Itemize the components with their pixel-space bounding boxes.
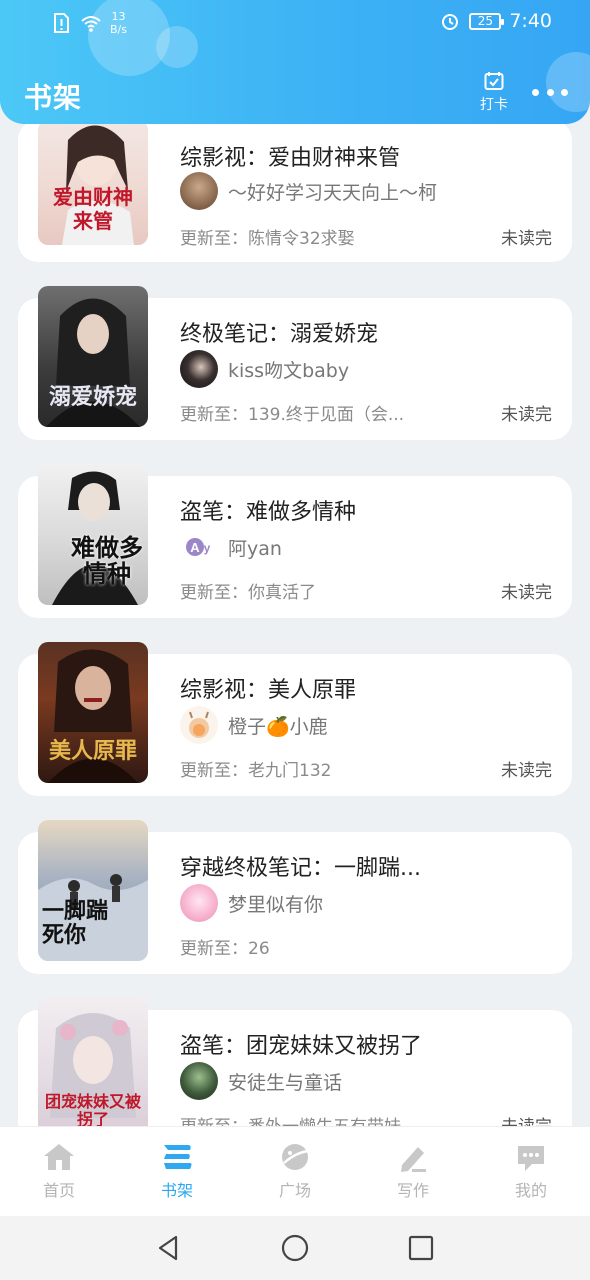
author-row: A y 阿yan: [180, 528, 282, 566]
alarm-icon: [442, 14, 459, 30]
book-card[interactable]: 美人原罪 综影视：美人原罪 橙子🍊小鹿 更新至：老九门132 未读完: [18, 642, 572, 796]
tab-label: 首页: [42, 1181, 75, 1200]
update-text: 更新至：番外一懒牛五有带妹: [180, 1112, 401, 1126]
wifi-icon: [81, 16, 101, 32]
read-status: 未读完: [501, 405, 552, 425]
book-title: 盗笔：团宠妹妹又被拐了: [180, 1034, 423, 1059]
author-name: 橙子🍊小鹿: [228, 715, 328, 738]
dot-icon: [561, 88, 568, 96]
author-name: 安徒生与童话: [228, 1071, 343, 1094]
bookshelf-icon: [164, 1145, 192, 1169]
update-text: 更新至：139.终于见面（会...: [180, 405, 405, 425]
svg-text:y: y: [204, 541, 211, 555]
author-row: kiss吻文baby: [180, 350, 349, 388]
bottom-tab-bar: 首页 书架 广场 写作 我的: [0, 1126, 590, 1216]
tab-square[interactable]: 广场: [236, 1127, 354, 1216]
app-header: 13 B/s 25 7:40 书架 打卡: [0, 0, 590, 124]
author-name: ～好好学习天天向上～柯: [228, 181, 438, 204]
author-avatar: [180, 172, 218, 210]
tab-label: 广场: [278, 1181, 311, 1200]
cover-title: 难做多情种: [71, 533, 143, 588]
book-title: 终极笔记：溺爱娇宠: [180, 322, 379, 347]
pen-icon: [401, 1147, 426, 1172]
planet-icon: [282, 1144, 309, 1170]
book-title: 穿越终极笔记：一脚踹...: [180, 856, 421, 881]
tab-label: 写作: [396, 1181, 429, 1200]
status-bar: 13 B/s 25 7:40: [0, 0, 590, 46]
author-row: ～好好学习天天向上～柯: [180, 172, 437, 210]
book-card[interactable]: 爱由财神来管 综影视：爱由财神来管 ～好好学习天天向上～柯 更新至：陈情令32求…: [18, 120, 572, 262]
cover-title: 溺爱娇宠: [48, 384, 137, 410]
author-row: 橙子🍊小鹿: [180, 706, 328, 744]
book-cover: 爱由财神来管: [38, 120, 148, 245]
update-text: 更新至：陈情令32求娶: [180, 229, 355, 249]
checkin-button[interactable]: 打卡: [470, 70, 518, 114]
cover-title: 爱由财神来管: [53, 185, 133, 233]
tab-home[interactable]: 首页: [0, 1127, 118, 1216]
back-icon[interactable]: [154, 1233, 184, 1263]
author-name: kiss吻文baby: [228, 359, 350, 382]
tab-write[interactable]: 写作: [354, 1127, 472, 1216]
cover-title: 美人原罪: [48, 738, 137, 764]
recents-icon[interactable]: [406, 1233, 436, 1263]
book-cover: 团宠妹妹又被拐了: [38, 998, 148, 1126]
book-card[interactable]: 难做多情种 盗笔：难做多情种 A y 阿yan 更新至：你真活了 未读完: [18, 464, 572, 618]
book-title: 盗笔：难做多情种: [180, 500, 357, 525]
chat-bubble-icon: [518, 1146, 544, 1171]
update-text: 更新至：老九门132: [180, 761, 332, 781]
home-icon: [44, 1144, 74, 1170]
read-status: 未读完: [501, 1112, 552, 1126]
update-text: 更新至：你真活了: [180, 583, 316, 603]
book-card[interactable]: 团宠妹妹又被拐了 盗笔：团宠妹妹又被拐了 安徒生与童话 更新至：番外一懒牛五有带…: [18, 998, 572, 1126]
page-title: 书架: [24, 81, 83, 114]
tab-profile[interactable]: 我的: [472, 1127, 590, 1216]
book-cover: 难做多情种: [38, 464, 148, 605]
author-logo-icon: A y: [186, 538, 211, 556]
read-status: 未读完: [501, 583, 552, 603]
update-text: 更新至：26: [180, 939, 270, 959]
tab-bookshelf[interactable]: 书架: [118, 1127, 236, 1216]
bookshelf-list[interactable]: 爱由财神来管 综影视：爱由财神来管 ～好好学习天天向上～柯 更新至：陈情令32求…: [0, 0, 590, 1126]
battery-indicator: 25: [469, 12, 505, 30]
author-name: 阿yan: [228, 537, 282, 560]
clock: 7:40: [509, 10, 552, 32]
dot-icon: [532, 88, 539, 96]
checkin-label: 打卡: [480, 97, 508, 113]
author-name: 梦里似有你: [228, 893, 324, 916]
home-circle-icon[interactable]: [280, 1233, 310, 1263]
deer-avatar-icon: [189, 711, 209, 738]
author-avatar: [180, 884, 218, 922]
book-card[interactable]: 溺爱娇宠 终极笔记：溺爱娇宠 kiss吻文baby 更新至：139.终于见面（会…: [18, 286, 572, 440]
sim-alert-icon: [54, 13, 69, 33]
book-title: 综影视：爱由财神来管: [180, 146, 401, 171]
read-status: 未读完: [501, 761, 552, 781]
author-avatar: [180, 706, 218, 744]
book-cover: 一脚踹死你: [38, 820, 148, 961]
system-navigation-bar: [0, 1216, 590, 1280]
book-card[interactable]: 一脚踹死你 穿越终极笔记：一脚踹... 梦里似有你 更新至：26: [18, 820, 572, 974]
tab-label: 书架: [160, 1181, 193, 1200]
book-cover: 美人原罪: [38, 642, 148, 783]
calendar-check-icon: [484, 72, 504, 90]
author-avatar: [180, 1062, 218, 1100]
author-row: 安徒生与童话: [180, 1062, 342, 1100]
network-speed: 13 B/s: [110, 10, 127, 36]
author-row: 梦里似有你: [180, 884, 323, 922]
book-cover: 溺爱娇宠: [38, 286, 148, 427]
author-avatar: A y: [180, 528, 218, 566]
book-title: 综影视：美人原罪: [180, 678, 357, 703]
cover-title: 团宠妹妹又被拐了: [44, 1092, 141, 1127]
cover-title: 一脚踹死你: [42, 898, 109, 948]
more-menu-button[interactable]: [532, 82, 568, 102]
author-avatar: [180, 350, 218, 388]
dot-icon: [546, 88, 554, 96]
read-status: 未读完: [501, 229, 552, 249]
svg-text:A: A: [190, 540, 200, 555]
tab-label: 我的: [514, 1181, 547, 1200]
